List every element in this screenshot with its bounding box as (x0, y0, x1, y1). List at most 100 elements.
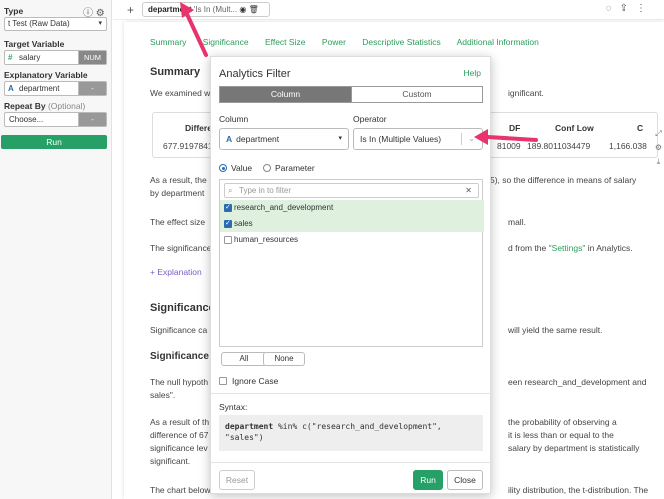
para4-right-pre: d from the (508, 243, 549, 253)
radio-unselected-icon (263, 164, 271, 172)
trash-icon[interactable]: 🗑 (249, 5, 259, 14)
column-select-value: department (236, 134, 280, 144)
radio-parameter[interactable]: Parameter (263, 163, 315, 173)
tab-significance[interactable]: Significance (203, 37, 249, 47)
reset-button[interactable]: Reset (219, 470, 255, 490)
checkbox-checked-icon[interactable] (224, 200, 232, 216)
checkbox-unchecked-icon[interactable] (219, 377, 227, 385)
select-none-button[interactable]: None (263, 352, 305, 366)
num-tag[interactable]: NUM (78, 51, 106, 64)
sidebar-run-button[interactable]: Run (1, 135, 107, 149)
ignore-case-option[interactable]: Ignore Case (219, 376, 278, 386)
syntax-keyword: department (225, 422, 274, 431)
repeat-by-label: Repeat By (Optional) (4, 101, 85, 111)
radio-value-label: Value (231, 163, 253, 173)
type-select-value: t Test (Raw Data) (8, 19, 70, 28)
explanation-toggle[interactable]: + Explanation (150, 267, 202, 277)
para2-right: 5), so the difference in means of salary (490, 175, 637, 185)
filter-mode-toggle: Column Custom (219, 86, 483, 103)
toggle-icon[interactable]: ◉ (239, 5, 246, 14)
settings-link[interactable]: "Settings" (549, 243, 586, 253)
checkbox-unchecked-icon[interactable] (224, 236, 232, 244)
filter-chip[interactable]: department 'Is In (Mult... ◉ 🗑 (142, 2, 270, 17)
tab-additional-information[interactable]: Additional Information (457, 37, 539, 47)
comment-icon[interactable]: ◌ (606, 3, 620, 14)
column-select[interactable]: Adepartment ▾ (219, 128, 349, 150)
add-filter-icon[interactable]: + (127, 3, 134, 17)
target-variable-label: Target Variable (4, 39, 65, 49)
significance-heading: Significance (150, 302, 215, 314)
checkbox-checked-icon[interactable] (224, 216, 232, 232)
ignore-case-label: Ignore Case (232, 376, 279, 386)
repeat-by-tag[interactable]: - (78, 113, 106, 126)
repeat-by-field[interactable]: Choose... - (4, 112, 107, 127)
select-all-button[interactable]: All (221, 352, 267, 366)
para6-right: een research_and_development and (508, 377, 647, 387)
table-side-icons: ⤢ ⚙ ⤓ (655, 127, 662, 169)
summary-heading: Summary (150, 66, 201, 78)
analytics-filter-dialog: Analytics Filter Help Column Custom Colu… (210, 56, 492, 494)
tab-effect-size[interactable]: Effect Size (265, 37, 305, 47)
type-select[interactable]: t Test (Raw Data) ▾ (4, 17, 107, 31)
tab-power[interactable]: Power (322, 37, 346, 47)
tab-descriptive-statistics[interactable]: Descriptive Statistics (362, 37, 440, 47)
help-link[interactable]: Help (464, 68, 481, 78)
expand-icon[interactable]: ⤢ (655, 127, 662, 141)
stats-header-df: DF (509, 123, 521, 133)
filter-chip-condition: 'Is In (Mult... (193, 5, 238, 14)
repeat-by-text: Repeat By (4, 101, 46, 111)
para6-left: The null hypoth (150, 377, 209, 387)
select-divider (461, 133, 462, 145)
list-item[interactable]: sales (220, 216, 484, 232)
repeat-by-value: Choose... (9, 115, 44, 124)
para2-left: As a result, the (150, 175, 207, 185)
para1-left: We examined w (150, 88, 211, 98)
tab-column[interactable]: Column (220, 87, 351, 102)
para4-right: d from the "Settings" in Analytics. (508, 242, 633, 255)
radio-parameter-label: Parameter (275, 163, 315, 173)
chevron-down-icon: ⌄ (468, 134, 475, 143)
list-item[interactable]: research_and_development (220, 200, 484, 216)
stats-header-conf-low: Conf Low (555, 123, 594, 133)
target-variable-field[interactable]: # salary NUM (4, 50, 107, 65)
upload-icon[interactable]: ⇪ (620, 3, 636, 14)
values-list: ⌕ Type in to filter ✕ research_and_devel… (219, 179, 484, 347)
para8-left: The chart below (150, 485, 211, 495)
close-button[interactable]: Close (447, 470, 483, 490)
para4-left: The significance (150, 243, 212, 253)
operator-select-value: Is In (Multiple Values) (360, 134, 442, 144)
para7-line3-left: significance lev (150, 443, 208, 453)
filter-search-input[interactable]: ⌕ Type in to filter ✕ (224, 183, 479, 198)
stats-value-difference: 677.9197841 (163, 141, 213, 151)
clear-icon[interactable]: ✕ (465, 184, 472, 197)
optional-text: (Optional) (47, 101, 86, 111)
explanatory-variable-value: department (19, 84, 60, 93)
para5-right: will yield the same result. (508, 325, 603, 335)
text-type-icon: A (226, 134, 233, 144)
operator-label: Operator (353, 114, 387, 124)
tab-custom[interactable]: Custom (351, 87, 482, 102)
settings-icon[interactable]: ⚙ (655, 141, 662, 155)
explanatory-tag[interactable]: - (78, 82, 106, 95)
stats-value-df: 81009 (497, 141, 521, 151)
list-item-label: research_and_development (234, 203, 334, 212)
radio-value[interactable]: Value (219, 163, 252, 173)
para7-line2-left: difference of 67 (150, 430, 209, 440)
download-icon[interactable]: ⤓ (655, 155, 662, 169)
top-bar: + department 'Is In (Mult... ◉ 🗑 ◌⇪⋮ (113, 0, 664, 20)
type-label: Type (4, 6, 24, 16)
operator-select[interactable]: Is In (Multiple Values) ⌄ (353, 128, 483, 150)
syntax-label: Syntax: (219, 402, 248, 412)
column-label: Column (219, 114, 249, 124)
explanatory-variable-label: Explanatory Variable (4, 70, 88, 80)
list-item[interactable]: human_resources (220, 232, 484, 248)
syntax-code: department %in% c("research_and_developm… (219, 415, 483, 451)
explanatory-variable-field[interactable]: A department - (4, 81, 107, 96)
chevron-down-icon: ▾ (338, 135, 342, 142)
more-icon[interactable]: ⋮ (636, 3, 654, 14)
filter-chip-field: department (148, 5, 192, 14)
run-button[interactable]: Run (413, 470, 443, 490)
tab-summary[interactable]: Summary (150, 37, 186, 47)
sidebar: Type ⓘ ⚙ t Test (Raw Data) ▾ Target Vari… (0, 0, 112, 499)
search-icon: ⌕ (228, 186, 233, 195)
